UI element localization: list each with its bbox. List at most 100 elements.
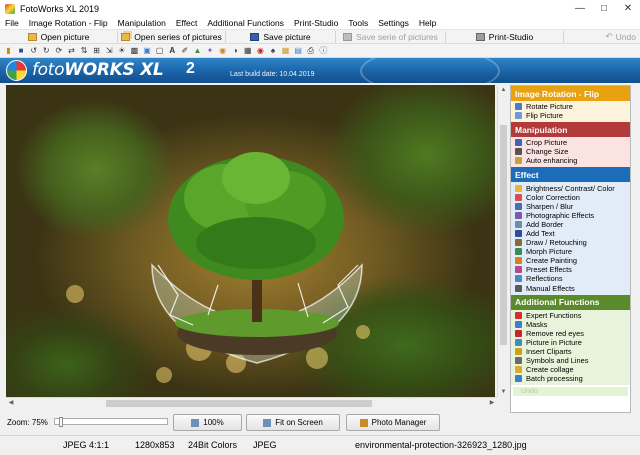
crop-icon[interactable]: ⊞ xyxy=(91,45,102,56)
main-button-bar: Open picture Open series of pictures Sav… xyxy=(0,30,640,44)
auto-enhance-icon[interactable]: ☀ xyxy=(116,45,127,56)
panel-item-symbols-lines[interactable]: Symbols and Lines xyxy=(511,356,630,365)
batch-icon[interactable]: ▤ xyxy=(293,45,304,56)
red-eye-icon[interactable]: ◉ xyxy=(255,45,266,56)
panel-item-reflections[interactable]: Reflections xyxy=(511,274,630,283)
eye-icon xyxy=(515,329,522,337)
section-header-additional-functions[interactable]: Additional Functions xyxy=(511,294,630,310)
panel-item-morph-picture[interactable]: Morph Picture xyxy=(511,247,630,256)
panel-item-crop-picture[interactable]: Crop Picture xyxy=(511,138,630,147)
close-button[interactable]: ✕ xyxy=(616,0,640,17)
vertical-scrollbar[interactable]: ▲ ▼ xyxy=(497,85,508,397)
menu-file[interactable]: File xyxy=(0,18,24,28)
section-header-image-rotation[interactable]: Image Rotation - Flip xyxy=(511,86,630,101)
menu-effect[interactable]: Effect xyxy=(171,18,203,28)
panel-item-masks[interactable]: Masks xyxy=(511,320,630,329)
flip-horizontal-icon[interactable]: ⇄ xyxy=(66,45,77,56)
panel-item-create-collage[interactable]: Create collage xyxy=(511,365,630,374)
panel-item-batch-processing[interactable]: Batch processing xyxy=(511,374,630,383)
image-canvas[interactable] xyxy=(6,85,495,397)
print-icon[interactable]: ⎙ xyxy=(305,45,316,56)
panel-item-add-text[interactable]: Add Text xyxy=(511,229,630,238)
menu-tools[interactable]: Tools xyxy=(343,18,373,28)
horizontal-scroll-thumb[interactable] xyxy=(106,400,372,407)
effects-icon[interactable]: ✦ xyxy=(205,45,216,56)
rotate-right-icon[interactable]: ↻ xyxy=(41,45,52,56)
panel-item-draw-retouching[interactable]: Draw / Retouching xyxy=(511,238,630,247)
rotate-left-icon[interactable]: ↺ xyxy=(28,45,39,56)
palette-icon[interactable]: ◉ xyxy=(217,45,228,56)
panel-item-label: Draw / Retouching xyxy=(526,238,587,248)
photo-manager-button[interactable]: Photo Manager xyxy=(346,414,440,431)
scroll-right-icon[interactable]: ▶ xyxy=(487,398,497,409)
panel-item-preset-effects[interactable]: Preset Effects xyxy=(511,265,630,274)
panel-item-flip-picture[interactable]: Flip Picture xyxy=(511,111,630,120)
menu-additional-functions[interactable]: Additional Functions xyxy=(202,18,289,28)
panel-undo-button[interactable]: Undo xyxy=(513,387,628,397)
print-studio-button[interactable]: Print-Studio xyxy=(446,30,564,43)
menu-image-rotation[interactable]: Image Rotation - Flip xyxy=(24,18,113,28)
mask-icon[interactable]: ◑ xyxy=(230,45,241,56)
section-header-effect[interactable]: Effect xyxy=(511,167,630,183)
menu-print-studio[interactable]: Print-Studio xyxy=(289,18,343,28)
panel-item-brightness[interactable]: Brightness/ Contrast/ Color xyxy=(511,183,630,193)
folder-icon xyxy=(27,32,37,41)
color-icon xyxy=(515,193,522,201)
brand-foto: foto xyxy=(32,60,65,80)
image-icon[interactable]: ▣ xyxy=(142,45,153,56)
panel-item-picture-in-picture[interactable]: Picture in Picture xyxy=(511,338,630,347)
levels-icon[interactable]: ▩ xyxy=(129,45,140,56)
panel-item-rotate-picture[interactable]: Rotate Picture xyxy=(511,102,630,111)
text-icon[interactable]: A xyxy=(167,45,178,56)
clipart-icon[interactable]: ♠ xyxy=(267,45,278,56)
brush-icon[interactable]: ✐ xyxy=(179,45,190,56)
menu-settings[interactable]: Settings xyxy=(373,18,414,28)
refresh-icon[interactable]: ⟳ xyxy=(53,45,64,56)
scroll-down-icon[interactable]: ▼ xyxy=(498,387,509,397)
save-series-button[interactable]: Save serie of pictures xyxy=(336,30,446,43)
tiles-icon[interactable]: ▦ xyxy=(242,45,253,56)
panel-item-label: Change Size xyxy=(526,147,569,157)
panel-item-expert-functions[interactable]: Expert Functions xyxy=(511,311,630,320)
zoom-slider-handle[interactable] xyxy=(59,417,63,427)
open-series-button[interactable]: Open series of pictures xyxy=(118,30,226,43)
zoom-slider[interactable] xyxy=(54,417,168,427)
panel-item-remove-red-eyes[interactable]: Remove red eyes xyxy=(511,329,630,338)
open-picture-button[interactable]: Open picture xyxy=(0,30,118,43)
panel-item-sharpen-blur[interactable]: Sharpen / Blur xyxy=(511,202,630,211)
panel-item-label: Rotate Picture xyxy=(526,102,573,112)
info-icon[interactable]: ⓘ xyxy=(318,45,329,56)
panel-item-photographic-effects[interactable]: Photographic Effects xyxy=(511,211,630,220)
vertical-scroll-thumb[interactable] xyxy=(500,125,507,345)
panel-item-create-painting[interactable]: Create Painting xyxy=(511,256,630,265)
panel-item-manual-effects[interactable]: Manual Effects xyxy=(511,284,630,293)
undo-button[interactable]: ↶ Undo xyxy=(564,31,640,43)
minimize-button[interactable]: — xyxy=(568,0,592,17)
panel-item-auto-enhancing[interactable]: Auto enhancing xyxy=(511,156,630,165)
open-folder-icon[interactable]: ▮ xyxy=(3,45,14,56)
frame-icon[interactable]: ▢ xyxy=(154,45,165,56)
maximize-button[interactable]: □ xyxy=(592,0,616,17)
resize-icon[interactable]: ⇲ xyxy=(104,45,115,56)
zoom-100-button[interactable]: 100% xyxy=(173,414,242,431)
menu-manipulation[interactable]: Manipulation xyxy=(113,18,171,28)
menu-help[interactable]: Help xyxy=(414,18,441,28)
panel-item-add-border[interactable]: Add Border xyxy=(511,220,630,229)
panel-item-color-correction[interactable]: Color Correction xyxy=(511,193,630,202)
save-icon[interactable]: ■ xyxy=(16,45,27,56)
panel-item-change-size[interactable]: Change Size xyxy=(511,147,630,156)
banner-version: 2 xyxy=(186,60,195,77)
title-bar: FotoWorks XL 2019 — □ ✕ xyxy=(0,0,640,17)
section-header-manipulation[interactable]: Manipulation xyxy=(511,122,630,138)
photo-manager-icon xyxy=(359,418,368,427)
collage-icon[interactable]: ▦ xyxy=(280,45,291,56)
panel-item-insert-cliparts[interactable]: Insert Cliparts xyxy=(511,347,630,356)
flip-vertical-icon[interactable]: ⇅ xyxy=(79,45,90,56)
save-picture-button[interactable]: Save picture xyxy=(226,30,336,43)
landscape-icon[interactable]: ▲ xyxy=(192,45,203,56)
horizontal-scrollbar[interactable]: ◀ ▶ xyxy=(6,397,497,408)
window-controls: — □ ✕ xyxy=(568,0,640,17)
fit-on-screen-button[interactable]: Fit on Screen xyxy=(246,414,340,431)
scroll-up-icon[interactable]: ▲ xyxy=(498,85,509,95)
scroll-left-icon[interactable]: ◀ xyxy=(6,398,16,409)
